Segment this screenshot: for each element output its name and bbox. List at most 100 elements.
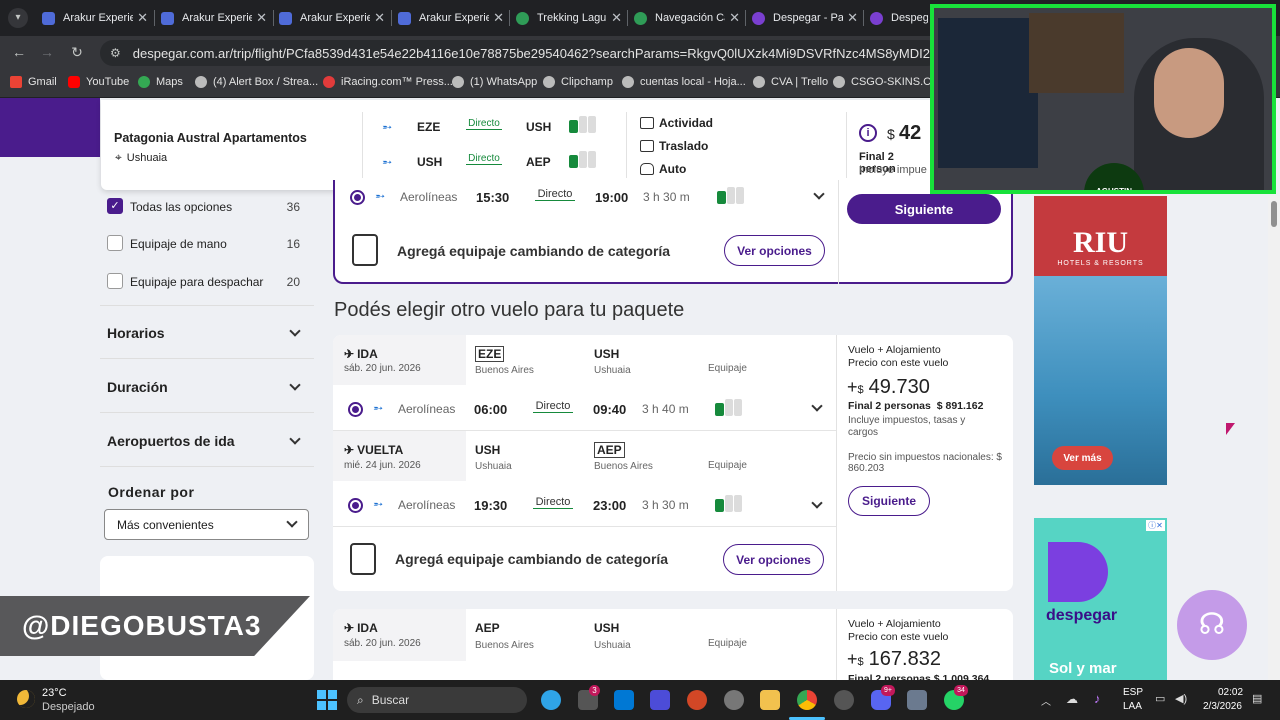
close-icon[interactable]: ✕ [611, 10, 622, 26]
filter-label: Equipaje de mano [130, 237, 227, 251]
filter-section-schedules[interactable]: Horarios [107, 325, 303, 341]
checkbox-checked-baggage[interactable] [107, 273, 123, 289]
view-options-button[interactable]: Ver opciones [723, 544, 824, 575]
volume-icon[interactable]: ◀) [1175, 692, 1187, 705]
tab-favicon [42, 11, 55, 25]
origin-city: Buenos Aires [475, 365, 534, 376]
tab-search-button[interactable]: ▾ [8, 8, 28, 28]
riu-subtitle: HOTELS & RESORTS [1057, 260, 1144, 267]
support-chat-icon[interactable]: ☊ [1177, 590, 1247, 660]
notification-badge: 34 [954, 685, 968, 696]
tab-favicon [516, 11, 529, 25]
view-options-button[interactable]: Ver opciones [724, 235, 825, 266]
bookmark-whatsapp[interactable]: (1) WhatsApp [452, 76, 537, 88]
next-button[interactable]: Siguiente [847, 194, 1001, 224]
ad-riu[interactable]: RIU HOTELS & RESORTS Ver más [1034, 196, 1167, 485]
plane-takeoff-icon: ✈ [344, 347, 355, 361]
taskbar-search[interactable]: ⌕ Buscar [347, 687, 527, 713]
plane-landing-icon: ✈ [344, 443, 355, 457]
next-button[interactable]: Siguiente [848, 486, 930, 516]
bookmark-trello[interactable]: CVA | Trello [753, 76, 828, 88]
close-icon[interactable]: ✕ [374, 10, 385, 26]
app-icon[interactable] [650, 690, 670, 710]
destination-city: Buenos Aires [594, 461, 653, 472]
tab-5[interactable]: Navegación Canal ✕ [628, 4, 746, 32]
scrollbar[interactable] [1268, 196, 1280, 680]
cloud-icon[interactable]: ☁ [1066, 692, 1078, 706]
service-activity: Actividad [640, 116, 713, 130]
package-summary-bar: Patagonia Austral Apartamentos ⌖ Ushuaia … [101, 100, 930, 190]
ad-info-icon[interactable]: ⓘ✕ [1146, 520, 1165, 531]
sort-select[interactable]: Más convenientes [104, 509, 309, 540]
outbound-date: sáb. 20 jun. 2026 [344, 363, 421, 374]
bookmark-gmail[interactable]: Gmail [10, 76, 57, 88]
tab-7[interactable]: Despegar [864, 4, 934, 32]
folder-icon[interactable] [760, 690, 780, 710]
site-info-icon[interactable]: ⚙ [110, 46, 121, 60]
close-icon[interactable]: ✕ [137, 10, 148, 26]
airline-logo-icon: ➵ [382, 155, 393, 169]
windows-start-icon[interactable] [317, 690, 337, 710]
baggage-icon [715, 399, 742, 416]
network-icon[interactable]: ▭ [1155, 692, 1165, 705]
forward-icon[interactable]: → [38, 44, 56, 60]
close-icon[interactable]: ✕ [493, 10, 504, 26]
filter-section-duration[interactable]: Duración [107, 379, 303, 395]
tab-0[interactable]: Arakur Experience✕ [36, 4, 154, 32]
notifications-icon[interactable]: ▤ [1252, 692, 1262, 705]
tab-6[interactable]: Despegar - Paquetes✕ [746, 4, 864, 32]
tab-3[interactable]: Arakur Experience✕ [392, 4, 510, 32]
mic-icon[interactable]: ♪ [1094, 691, 1101, 706]
filters-panel: ✓ Todas las opciones 36 Equipaje de mano… [100, 190, 314, 560]
checkbox-carry-on[interactable] [107, 235, 123, 251]
filter-section-airports[interactable]: Aeropuertos de ida [107, 433, 303, 449]
back-icon[interactable]: ← [10, 44, 28, 60]
app-icon[interactable] [724, 690, 744, 710]
clock-time[interactable]: 02:02 [1218, 687, 1243, 698]
reload-icon[interactable]: ↻ [68, 44, 86, 61]
close-icon[interactable]: ✕ [256, 10, 267, 26]
scrollbar-thumb[interactable] [1271, 201, 1277, 227]
maps-icon [138, 76, 150, 88]
ad-despegar[interactable]: ⓘ✕ despegar Sol y mar [1034, 518, 1167, 680]
bookmark-iracing[interactable]: iRacing.com™ Press... [323, 76, 453, 88]
chevron-down-icon[interactable] [811, 400, 823, 412]
globe-icon [622, 76, 634, 88]
chevron-up-icon[interactable]: ︿ [1041, 693, 1051, 708]
webcam-shelf [1029, 13, 1124, 93]
close-icon[interactable]: ✕ [729, 10, 740, 26]
flight-radio[interactable] [348, 402, 363, 417]
flight-radio[interactable] [350, 190, 365, 205]
bookmark-youtube[interactable]: YouTube [68, 76, 129, 88]
tab-4[interactable]: Trekking Laguna ✕ [510, 4, 628, 32]
app-icon[interactable] [687, 690, 707, 710]
url-text[interactable]: despegar.com.ar/trip/flight/PCfa8539d431… [133, 46, 940, 61]
bookmark-alertbox[interactable]: (4) Alert Box / Strea... [195, 76, 318, 88]
tab-1[interactable]: Arakur Experience✕ [155, 4, 273, 32]
bookmark-clipchamp[interactable]: Clipchamp [543, 76, 613, 88]
ad-view-more-button[interactable]: Ver más [1052, 446, 1113, 470]
close-icon[interactable]: ✕ [847, 10, 858, 26]
bookmark-cuentas[interactable]: cuentas local - Hoja... [622, 76, 746, 88]
filter-label: Equipaje para despachar [130, 275, 264, 289]
bookmark-maps[interactable]: Maps [138, 76, 183, 88]
checkbox-all-options[interactable]: ✓ [107, 198, 123, 214]
chrome-icon[interactable] [797, 690, 817, 710]
clock-date[interactable]: 2/3/2026 [1203, 701, 1242, 712]
riu-logo: RIU [1072, 226, 1128, 259]
origin-code: EZE [475, 346, 505, 362]
keyboard-layout[interactable]: LAA [1123, 701, 1142, 712]
flight-duration: 3 h 40 m [642, 402, 689, 416]
store-icon[interactable] [614, 690, 634, 710]
flight-radio[interactable] [348, 498, 363, 513]
info-icon[interactable]: i [859, 124, 877, 142]
tab-2[interactable]: Arakur Experience✕ [273, 4, 391, 32]
language-code[interactable]: ESP [1123, 687, 1143, 698]
chevron-down-icon[interactable] [813, 188, 825, 200]
car-icon [640, 163, 654, 175]
app-icon[interactable] [834, 690, 854, 710]
address-bar[interactable]: ⚙ despegar.com.ar/trip/flight/PCfa8539d4… [100, 40, 940, 66]
calculator-icon[interactable] [907, 690, 927, 710]
chevron-down-icon[interactable] [811, 497, 823, 509]
edge-icon[interactable] [541, 690, 561, 710]
